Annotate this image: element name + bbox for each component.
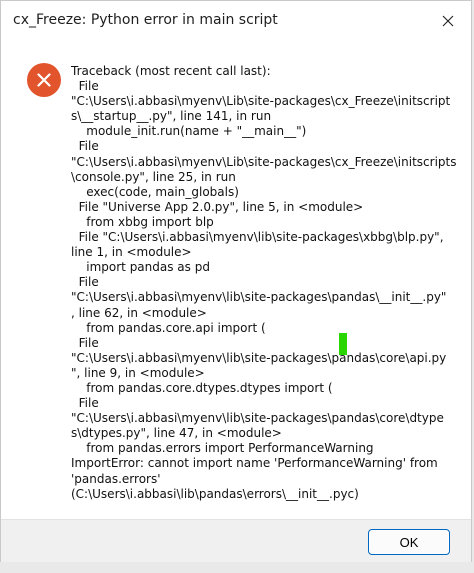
message-line: import pandas as pd bbox=[71, 260, 210, 275]
error-icon bbox=[27, 63, 61, 97]
message-line: line 1, in <module> bbox=[71, 245, 192, 260]
message-line: 'pandas.errors' bbox=[71, 471, 161, 486]
message-line: "C:\Users\i.abbasi\myenv\Lib\site-packag… bbox=[71, 94, 451, 109]
message-line: File bbox=[71, 79, 99, 94]
message-line: Traceback (most recent call last): bbox=[71, 64, 271, 78]
message-line: File "Universe App 2.0.py", line 5, in <… bbox=[71, 199, 364, 214]
message-line: "C:\Users\i.abbasi\myenv\Lib\site-packag… bbox=[71, 154, 457, 169]
dialog-title: cx_Freeze: Python error in main script bbox=[13, 12, 278, 28]
highlight-marker bbox=[339, 333, 347, 355]
message-line: File bbox=[71, 335, 99, 350]
message-line: , line 62, in <module> bbox=[71, 305, 207, 320]
error-dialog: cx_Freeze: Python error in main script T… bbox=[0, 0, 472, 562]
close-button[interactable] bbox=[425, 1, 471, 41]
message-line: s\dtypes.py", line 47, in <module> bbox=[71, 426, 282, 441]
message-line: from pandas.core.dtypes.dtypes import ( bbox=[71, 380, 333, 395]
ok-button[interactable]: OK bbox=[368, 529, 450, 555]
message-line: "C:\Users\i.abbasi\myenv\lib\site-packag… bbox=[71, 290, 447, 305]
message-line: from pandas.core.api import ( bbox=[71, 320, 266, 335]
message-line: "C:\Users\i.abbasi\myenv\lib\site-packag… bbox=[71, 411, 444, 426]
title-bar[interactable]: cx_Freeze: Python error in main script bbox=[1, 1, 471, 43]
message-line: \console.py", line 25, in run bbox=[71, 169, 236, 184]
message-line: ", line 9, in <module> bbox=[71, 365, 205, 380]
message-line: s\__startup__.py", line 141, in run bbox=[71, 109, 272, 124]
message-line: File bbox=[71, 396, 99, 411]
error-message: Traceback (most recent call last): File … bbox=[71, 64, 456, 502]
message-line: module_init.run(name + "__main__") bbox=[71, 124, 307, 139]
message-line: "C:\Users\i.abbasi\myenv\lib\site-packag… bbox=[71, 350, 447, 365]
message-line: File bbox=[71, 139, 99, 154]
message-line: ImportError: cannot import name 'Perform… bbox=[71, 456, 438, 471]
message-line: File "C:\Users\i.abbasi\myenv\lib\site-p… bbox=[71, 230, 444, 245]
dialog-footer: OK bbox=[1, 519, 471, 562]
message-line: (C:\Users\i.abbasi\lib\pandas\errors\__i… bbox=[71, 486, 359, 501]
message-line: exec(code, main_globals) bbox=[71, 184, 239, 199]
message-line: File bbox=[71, 275, 99, 290]
close-icon bbox=[442, 15, 454, 27]
message-line: from xbbg import blp bbox=[71, 214, 214, 229]
message-line: from pandas.errors import PerformanceWar… bbox=[71, 441, 374, 456]
